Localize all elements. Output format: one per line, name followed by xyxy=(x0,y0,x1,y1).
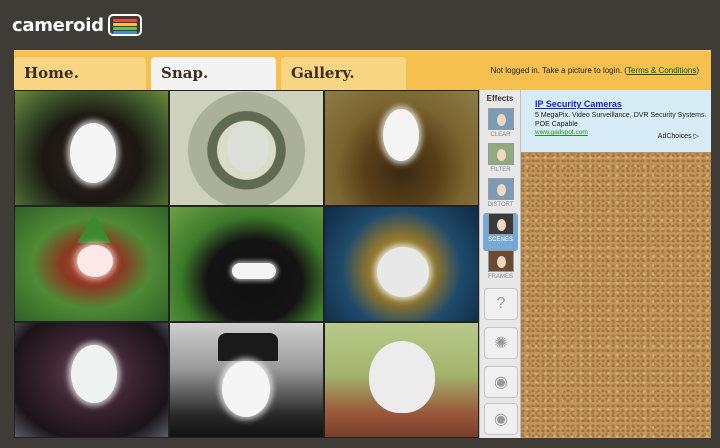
ad-body: 5 MegaPix. Video Surveillance, DVR Secur… xyxy=(535,112,707,128)
scene-diving-helmet[interactable] xyxy=(324,206,479,322)
camera-timer-icon: ◉ xyxy=(494,411,508,428)
effects-panel: Effects CLEAR FILTER DISTORT SCENES FRAM… xyxy=(479,90,521,438)
cameroid-logo[interactable]: cameroid xyxy=(12,12,142,38)
login-status-text: Not logged in. Take a picture to login. … xyxy=(490,66,627,75)
face-cutout xyxy=(71,345,117,403)
logo-text: cameroid xyxy=(12,14,104,36)
login-status: Not logged in. Take a picture to login. … xyxy=(491,66,699,75)
effect-label: SCENES xyxy=(488,237,513,243)
scene-gorilla[interactable] xyxy=(14,90,169,206)
help-icon: ? xyxy=(496,295,506,312)
effect-frames[interactable]: FRAMES xyxy=(483,250,518,288)
tab-home[interactable]: Home. xyxy=(14,57,146,91)
distort-thumbnail-icon xyxy=(487,178,514,200)
tab-gallery[interactable]: Gallery. xyxy=(281,57,406,91)
navigation-bar: Home. Snap. Gallery. Not logged in. Take… xyxy=(14,50,711,91)
scene-humpty-dumpty[interactable] xyxy=(324,322,479,438)
tab-snap[interactable]: Snap. xyxy=(151,57,276,91)
filter-thumbnail-icon xyxy=(487,143,514,165)
effect-scenes[interactable]: SCENES xyxy=(483,213,518,251)
ad-title-link[interactable]: IP Security Cameras xyxy=(535,99,711,109)
egg-body xyxy=(369,341,435,413)
help-button[interactable]: ? xyxy=(484,288,518,320)
effect-label: FRAMES xyxy=(487,274,513,280)
scene-mona-lisa[interactable] xyxy=(324,90,479,206)
face-cutout xyxy=(232,263,276,279)
camera-icon: ◉ xyxy=(494,374,508,391)
effect-label: CLEAR xyxy=(490,132,511,138)
settings-button[interactable]: ✺ xyxy=(484,327,518,359)
take-photo-button[interactable]: ◉ xyxy=(484,366,518,398)
scene-ninja[interactable] xyxy=(169,206,324,322)
effect-distort[interactable]: DISTORT xyxy=(483,178,518,216)
scenes-thumbnail-icon xyxy=(487,213,514,235)
face-cutout xyxy=(227,121,269,173)
settings-icon: ✺ xyxy=(494,335,508,352)
clear-thumbnail-icon xyxy=(487,108,514,130)
frames-thumbnail-icon xyxy=(487,250,514,272)
effect-filter[interactable]: FILTER xyxy=(483,143,518,181)
ad-panel: IP Security Cameras 5 MegaPix. Video Sur… xyxy=(521,90,711,152)
effects-title: Effects xyxy=(486,94,514,103)
effect-clear[interactable]: CLEAR xyxy=(483,108,518,146)
scene-garden-gnome[interactable] xyxy=(14,206,169,322)
logo-badge-icon xyxy=(107,14,142,36)
timer-photo-button[interactable]: ◉ xyxy=(484,403,518,435)
face-cutout xyxy=(377,247,429,297)
face-cutout xyxy=(383,109,419,161)
adchoices-icon: ▷ xyxy=(693,133,699,140)
scene-lightbulb[interactable] xyxy=(14,322,169,438)
face-cutout xyxy=(70,123,116,183)
adchoices-link[interactable]: AdChoices ▷ xyxy=(658,132,699,140)
terms-link[interactable]: Terms & Conditions xyxy=(627,66,696,75)
corkboard-background xyxy=(521,152,711,438)
face-cutout xyxy=(77,245,113,277)
effect-label: FILTER xyxy=(490,167,511,173)
scene-grid xyxy=(14,90,479,438)
adchoices-label: AdChoices xyxy=(657,133,692,140)
login-status-end: ) xyxy=(696,66,699,75)
scene-frankenstein[interactable] xyxy=(169,322,324,438)
scene-dollar-bill[interactable] xyxy=(169,90,324,206)
effect-label: DISTORT xyxy=(487,202,514,208)
face-cutout xyxy=(222,361,270,417)
